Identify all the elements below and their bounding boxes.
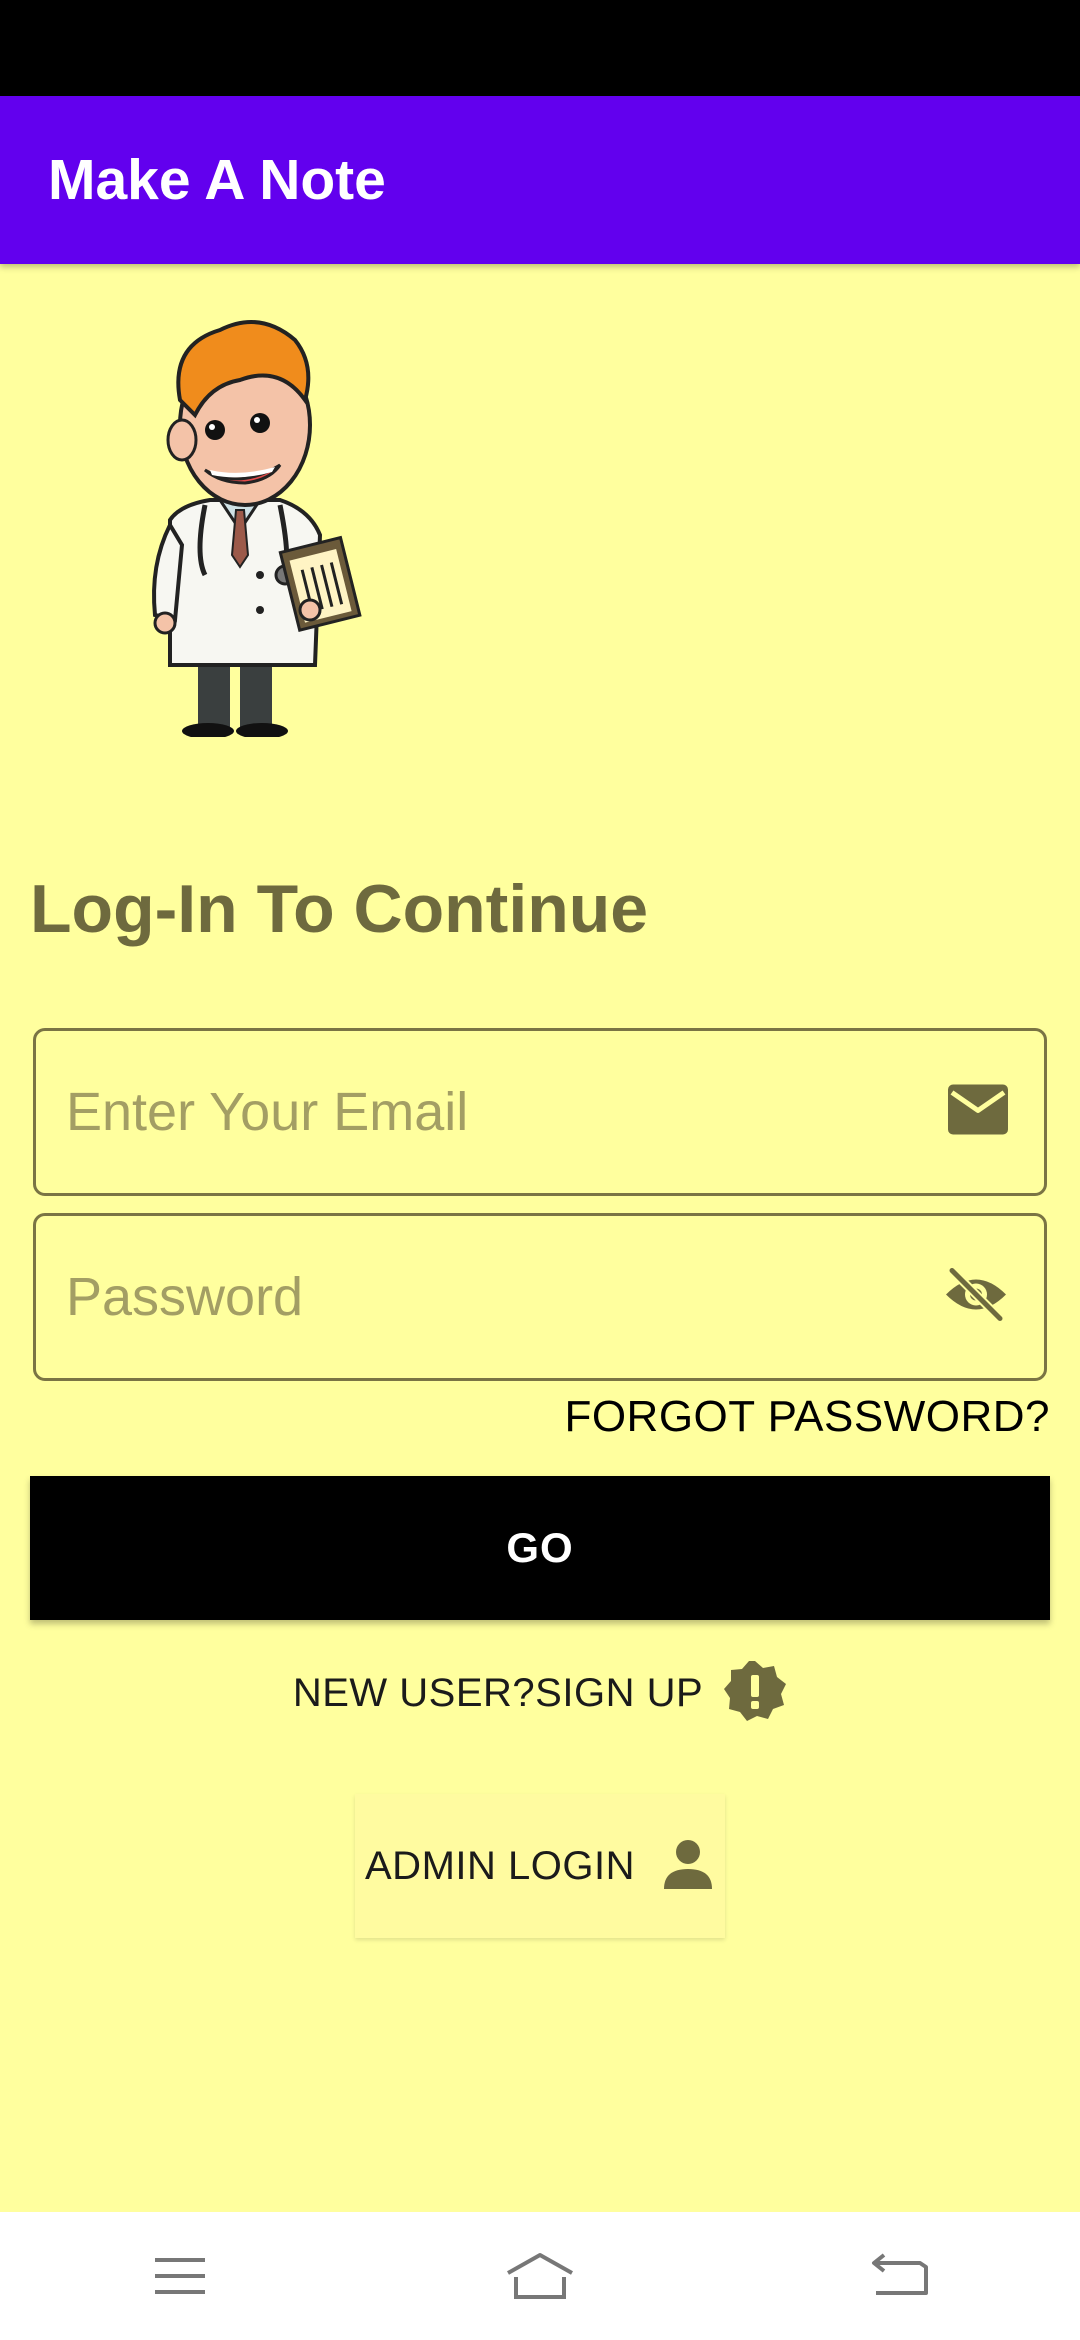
signup-label: NEW USER?SIGN UP: [292, 1670, 704, 1715]
password-field[interactable]: [33, 1213, 1047, 1381]
admin-login-label: ADMIN LOGIN: [365, 1843, 635, 1888]
back-icon[interactable]: [840, 2231, 960, 2321]
password-input[interactable]: [66, 1216, 926, 1378]
login-heading: Log-In To Continue: [30, 871, 649, 947]
go-button[interactable]: GO: [30, 1476, 1050, 1620]
signup-link[interactable]: NEW USER?SIGN UP: [0, 1658, 1080, 1728]
status-bar: [0, 0, 1080, 96]
menu-icon[interactable]: [120, 2231, 240, 2321]
alert-badge-icon: [723, 1659, 787, 1728]
email-field[interactable]: [33, 1028, 1047, 1196]
app-bar: Make A Note: [0, 96, 1080, 264]
visibility-off-icon[interactable]: [942, 1265, 1010, 1330]
forgot-password-link[interactable]: FORGOT PASSWORD?: [564, 1392, 1050, 1442]
admin-login-button[interactable]: ADMIN LOGIN: [355, 1794, 725, 1938]
system-nav-bar: [0, 2212, 1080, 2340]
home-icon[interactable]: [480, 2231, 600, 2321]
doctor-illustration: [152, 320, 362, 737]
mail-icon: [946, 1083, 1010, 1142]
email-input[interactable]: [66, 1031, 926, 1193]
person-icon: [661, 1837, 715, 1896]
app-title: Make A Note: [48, 148, 386, 212]
